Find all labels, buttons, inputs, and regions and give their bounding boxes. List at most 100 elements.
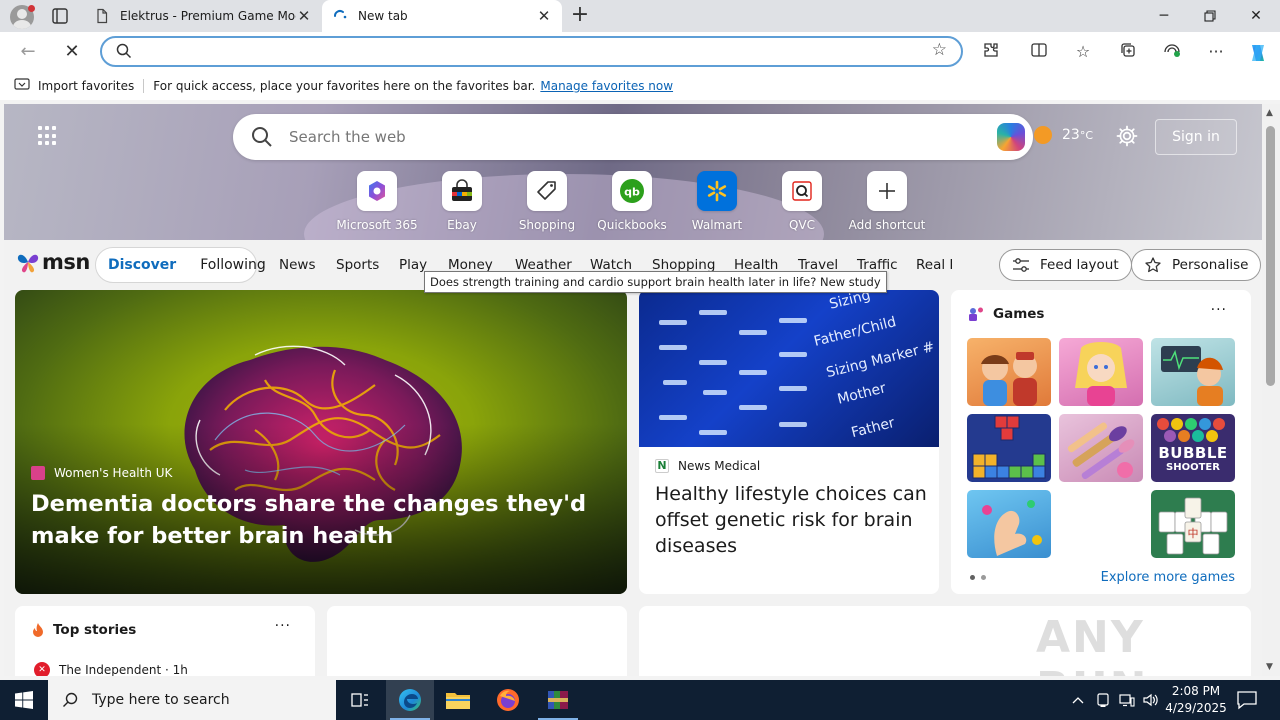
shortcut-label: Microsoft 365: [336, 218, 418, 232]
quickbooks-icon: qb: [612, 171, 652, 211]
taskbar-edge[interactable]: [386, 680, 434, 720]
tab-elektrus[interactable]: Elektrus - Premium Game Mods | ✕: [84, 0, 322, 32]
nav-news[interactable]: News: [279, 257, 315, 273]
microsoft-365-icon: [357, 171, 397, 211]
system-clock[interactable]: 2:08 PM 4/29/2025: [1160, 683, 1232, 717]
shortcut-label: QVC: [788, 218, 816, 232]
independent-eagle-icon: ✕: [34, 662, 50, 676]
hero-headline[interactable]: Dementia doctors share the changes they'…: [31, 488, 621, 552]
vertical-scrollbar[interactable]: ▲ ▼: [1262, 104, 1280, 676]
extensions-icon[interactable]: [980, 41, 1002, 63]
top-stories-header: Top stories: [31, 622, 136, 638]
tab-title: New tab: [358, 9, 408, 23]
game-tile[interactable]: [967, 490, 1051, 558]
personalise-label: Personalise: [1172, 257, 1249, 273]
collections-icon[interactable]: [1117, 41, 1139, 63]
nav-play[interactable]: Play: [399, 257, 427, 273]
restore-button[interactable]: [1187, 0, 1233, 32]
volume-icon[interactable]: [1140, 680, 1162, 720]
new-tab-button[interactable]: +: [568, 4, 592, 28]
tab-actions-icon[interactable]: [50, 6, 70, 26]
split-screen-icon[interactable]: [1028, 41, 1050, 63]
msn-butterfly-icon: [17, 254, 39, 273]
import-favorites-button[interactable]: Import favorites: [14, 77, 134, 95]
shortcut-ebay[interactable]: Ebay: [420, 171, 504, 232]
taskbar-file-explorer[interactable]: [434, 680, 482, 720]
taskbar-firefox[interactable]: [484, 680, 532, 720]
task-view-icon[interactable]: [336, 680, 384, 720]
game-tile[interactable]: [967, 414, 1051, 482]
shortcut-qvc[interactable]: QVC: [760, 171, 844, 232]
start-button[interactable]: [0, 680, 48, 720]
nav-real-estate[interactable]: Real E: [916, 257, 952, 273]
plus-icon: [867, 171, 907, 211]
walmart-icon: [697, 171, 737, 211]
address-bar[interactable]: ☆: [100, 36, 963, 67]
notifications-icon[interactable]: [1236, 690, 1258, 710]
news-card[interactable]: Sizing Father/Child Sizing Marker # Moth…: [639, 290, 939, 594]
nav-sports[interactable]: Sports: [336, 257, 379, 273]
manage-favorites-link[interactable]: Manage favorites now: [540, 79, 673, 93]
windows-logo-icon: [15, 691, 33, 709]
performance-icon[interactable]: [1161, 41, 1183, 63]
feed-layout-button[interactable]: Feed layout: [999, 249, 1132, 281]
copilot-icon[interactable]: [1246, 41, 1270, 63]
weather-widget[interactable]: 23 °C: [1034, 126, 1093, 144]
game-tile[interactable]: [1151, 338, 1235, 406]
shortcut-quickbooks[interactable]: qb Quickbooks: [590, 171, 674, 232]
hero-news-card[interactable]: Women's Health UK Dementia doctors share…: [15, 290, 627, 594]
pill-discover[interactable]: Discover: [96, 257, 188, 273]
more-menu-icon[interactable]: ···: [1205, 41, 1227, 63]
close-tab-icon[interactable]: ✕: [536, 7, 552, 25]
taskbar-search-placeholder: Type here to search: [92, 692, 230, 708]
game-tile[interactable]: 中: [1151, 490, 1235, 558]
shortcut-microsoft-365[interactable]: Microsoft 365: [335, 171, 419, 232]
taskbar-search-box[interactable]: Type here to search: [48, 680, 336, 720]
minimize-button[interactable]: ─: [1141, 0, 1187, 32]
device-icon[interactable]: [1092, 680, 1114, 720]
gear-icon[interactable]: [1116, 125, 1138, 147]
anyrun-watermark: ANY RUN: [1036, 612, 1146, 676]
msn-logo[interactable]: msn: [16, 250, 90, 274]
qvc-icon: [782, 171, 822, 211]
more-options-icon[interactable]: ···: [275, 618, 291, 634]
game-tile[interactable]: [1059, 338, 1143, 406]
dna-gel-image: Sizing Father/Child Sizing Marker # Moth…: [639, 290, 939, 447]
close-window-button[interactable]: ✕: [1233, 0, 1279, 32]
scroll-up-icon[interactable]: ▲: [1266, 108, 1273, 118]
more-options-icon[interactable]: ···: [1211, 302, 1227, 318]
ebay-bag-icon: [442, 171, 482, 211]
game-tile[interactable]: [967, 338, 1051, 406]
add-shortcut-button[interactable]: Add shortcut: [845, 171, 929, 232]
news-headline[interactable]: Healthy lifestyle choices can offset gen…: [655, 481, 927, 559]
tab-new-tab[interactable]: New tab ✕: [322, 0, 562, 32]
sign-in-button[interactable]: Sign in: [1155, 119, 1237, 155]
favorite-star-icon[interactable]: ☆: [932, 40, 947, 60]
copilot-search-icon[interactable]: [997, 123, 1025, 151]
shortcut-walmart[interactable]: Walmart: [675, 171, 759, 232]
scrollbar-thumb[interactable]: [1266, 126, 1275, 386]
scroll-down-icon[interactable]: ▼: [1266, 662, 1273, 672]
stop-loading-icon[interactable]: ✕: [60, 40, 84, 64]
game-tile[interactable]: [1059, 414, 1143, 482]
top-stories-card: Top stories ··· ✕ The Independent · 1h: [15, 606, 315, 676]
pill-following[interactable]: Following: [188, 257, 278, 273]
app-launcher-icon[interactable]: [38, 126, 58, 146]
personalise-button[interactable]: Personalise: [1131, 249, 1262, 281]
close-tab-icon[interactable]: ✕: [296, 7, 312, 25]
shortcut-label: Ebay: [447, 218, 477, 232]
shortcut-shopping[interactable]: Shopping: [505, 171, 589, 232]
back-arrow-icon[interactable]: ←: [16, 40, 40, 64]
favorites-icon[interactable]: ☆: [1072, 41, 1094, 63]
network-icon[interactable]: [1116, 680, 1138, 720]
nav-overflow-clip: Real E: [914, 240, 952, 290]
web-search-placeholder: Search the web: [289, 128, 406, 146]
web-search-box[interactable]: Search the web: [233, 114, 1033, 160]
taskbar-winrar[interactable]: [534, 680, 582, 720]
loading-spinner-icon: [332, 8, 348, 24]
explore-more-games-link[interactable]: Explore more games: [1101, 570, 1235, 585]
game-tile[interactable]: BUBBLE SHOOTER: [1151, 414, 1235, 482]
favorites-bar: Import favorites For quick access, place…: [0, 72, 1280, 100]
show-hidden-icons-chevron-up-icon[interactable]: [1068, 680, 1088, 720]
loading-card: [327, 606, 627, 676]
